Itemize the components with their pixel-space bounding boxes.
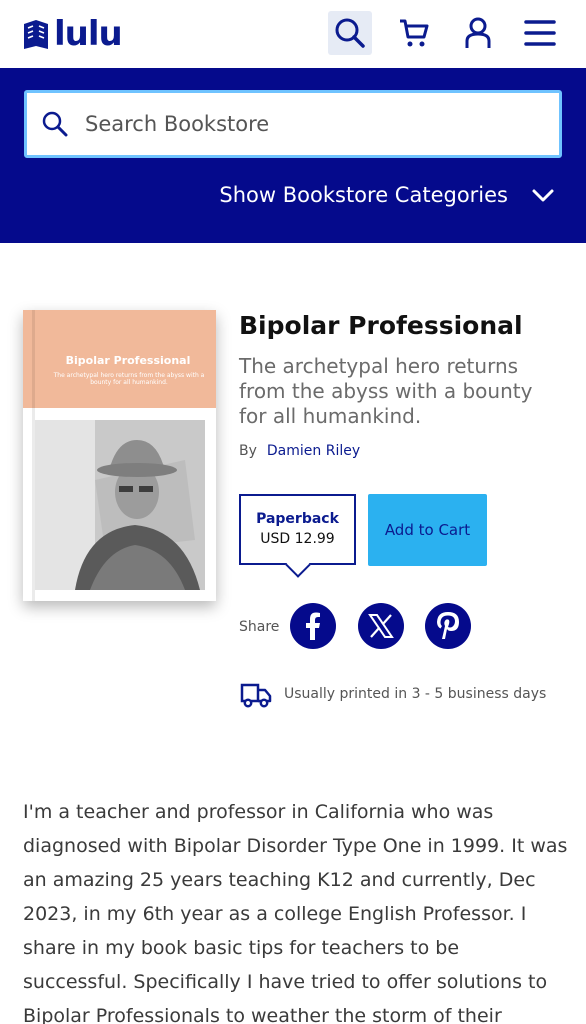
x-icon bbox=[368, 614, 394, 638]
cover-author-photo bbox=[35, 420, 205, 590]
menu-icon bbox=[524, 20, 556, 46]
book-logo-icon bbox=[24, 20, 48, 49]
show-categories-label: Show Bookstore Categories bbox=[219, 183, 508, 207]
top-navigation: lulu bbox=[0, 0, 586, 68]
book-description: I'm a teacher and professor in Californi… bbox=[23, 801, 568, 1024]
print-time-note: Usually printed in 3 - 5 business days bbox=[240, 679, 546, 709]
author-photo-illustration bbox=[35, 420, 205, 590]
format-price: USD 12.99 bbox=[260, 531, 335, 547]
share-x-button[interactable] bbox=[358, 603, 404, 649]
search-icon bbox=[335, 18, 365, 48]
pinterest-icon bbox=[437, 612, 459, 639]
header-search-button[interactable] bbox=[328, 11, 372, 55]
format-option-paperback[interactable]: Paperback USD 12.99 bbox=[239, 494, 356, 565]
account-icon bbox=[465, 17, 491, 48]
bookstore-search-field[interactable] bbox=[24, 90, 562, 158]
show-categories-toggle[interactable]: Show Bookstore Categories bbox=[219, 182, 556, 208]
search-icon bbox=[42, 111, 68, 137]
author-link[interactable]: Damien Riley bbox=[267, 443, 360, 459]
share-pinterest-button[interactable] bbox=[425, 603, 471, 649]
book-cover-image[interactable]: Bipolar Professional The archetypal hero… bbox=[23, 310, 216, 601]
cover-title: Bipolar Professional bbox=[65, 354, 191, 367]
truck-icon bbox=[240, 683, 272, 708]
chevron-down-icon bbox=[532, 189, 554, 202]
cart-icon bbox=[400, 19, 429, 47]
format-name: Paperback bbox=[256, 511, 339, 527]
add-to-cart-button[interactable]: Add to Cart bbox=[368, 494, 487, 566]
header-cart-button[interactable] bbox=[392, 11, 436, 55]
book-subtitle: The archetypal hero returns from the aby… bbox=[239, 354, 533, 428]
share-label: Share bbox=[239, 619, 280, 635]
cover-subtitle: The archetypal hero returns from the aby… bbox=[53, 372, 205, 386]
header-account-button[interactable] bbox=[456, 11, 500, 55]
bookstore-search-input[interactable] bbox=[85, 112, 525, 136]
logo-wordmark: lulu bbox=[54, 14, 123, 54]
by-label: By bbox=[239, 443, 257, 459]
print-time-text: Usually printed in 3 - 5 business days bbox=[284, 686, 547, 702]
lulu-logo[interactable]: lulu bbox=[22, 14, 123, 54]
book-title: Bipolar Professional bbox=[239, 311, 523, 340]
header-menu-button[interactable] bbox=[518, 11, 562, 55]
facebook-icon bbox=[306, 612, 320, 640]
share-facebook-button[interactable] bbox=[290, 603, 336, 649]
author-byline: By Damien Riley bbox=[239, 443, 360, 459]
